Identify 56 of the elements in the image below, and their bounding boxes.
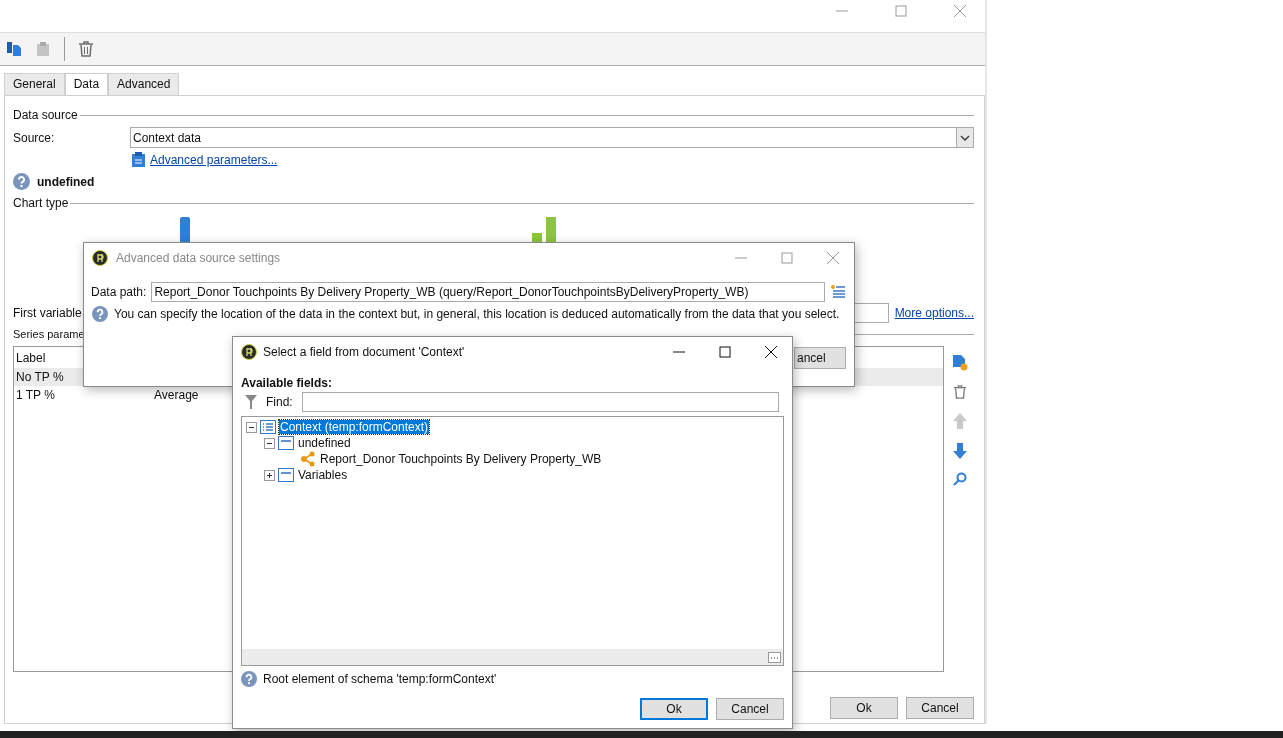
list-picker-icon[interactable] (830, 284, 846, 300)
filter-icon (245, 395, 257, 409)
list-icon (260, 420, 276, 434)
trash-icon[interactable] (953, 384, 967, 400)
tab[interactable]: Data (64, 73, 109, 95)
tab[interactable]: General (4, 73, 65, 95)
dialog-button[interactable]: ancel (794, 347, 846, 369)
field-label: Data path: (91, 285, 147, 299)
arrow-down-icon[interactable] (952, 442, 968, 460)
more-options-link[interactable]: More options... (894, 306, 974, 320)
section-title: Available fields: (241, 376, 333, 390)
field-label: First variable (13, 306, 82, 320)
tree-item[interactable]: Report_Donor Touchpoints By Delivery Property_WB (319, 452, 603, 466)
tree-item[interactable]: Variables (297, 468, 349, 482)
app-logo-icon (241, 344, 257, 360)
help-icon (241, 671, 257, 687)
dialog-button[interactable]: Cancel (906, 697, 974, 719)
dialog-button[interactable]: Ok (830, 697, 898, 719)
tab[interactable]: Advanced (108, 73, 180, 95)
dialog-button[interactable]: Cancel (716, 698, 784, 720)
tree-item[interactable]: Context (temp:formContext) (279, 420, 430, 434)
more-icon[interactable] (768, 651, 781, 663)
add-file-icon[interactable] (952, 354, 968, 372)
field-label: Find: (266, 395, 293, 409)
collapse-icon[interactable] (246, 421, 257, 433)
status-text: Root element of schema 'temp:formContext' (263, 672, 497, 686)
close-icon[interactable] (764, 345, 778, 359)
collapse-icon[interactable] (264, 437, 275, 449)
share-node-icon (300, 451, 316, 467)
search-icon[interactable] (953, 472, 967, 486)
dialog-button[interactable]: Ok (640, 698, 708, 720)
info-label: undefined (37, 174, 95, 189)
trash-icon[interactable] (78, 41, 94, 57)
maximize-icon[interactable] (718, 345, 732, 359)
find-field[interactable] (301, 392, 779, 412)
field-label: Source: (13, 130, 56, 145)
copy-icon[interactable] (6, 41, 22, 57)
help-icon (92, 306, 108, 322)
help-icon (13, 173, 30, 190)
clipboard-icon (132, 152, 145, 167)
expand-icon[interactable] (264, 469, 275, 481)
dialog-title: Advanced data source settings (116, 251, 282, 265)
section-title: Series parame (13, 328, 85, 340)
column-header: Label (15, 350, 47, 367)
hint-text: You can specify the location of the data in the context but, in general, this location is deduced automatically from the data that you select. (114, 307, 840, 321)
element-icon (278, 436, 294, 450)
tree-item[interactable]: undefined (297, 436, 352, 450)
section-title: Chart type (13, 196, 69, 210)
advanced-parameters-link[interactable]: Advanced parameters... (150, 152, 278, 167)
section-title: Data source (13, 108, 78, 122)
chevron-down-icon (960, 134, 970, 141)
app-logo-icon (92, 250, 108, 266)
source-dropdown[interactable]: Context data (130, 127, 974, 148)
dialog-title: Select a field from document 'Context' (263, 345, 466, 359)
element-icon (278, 468, 294, 482)
data-path-field[interactable]: Report_Donor Touchpoints By Delivery Property_WB (query/Report_DonorTouchpointsByDeliveryProperty_WB) (151, 282, 825, 302)
